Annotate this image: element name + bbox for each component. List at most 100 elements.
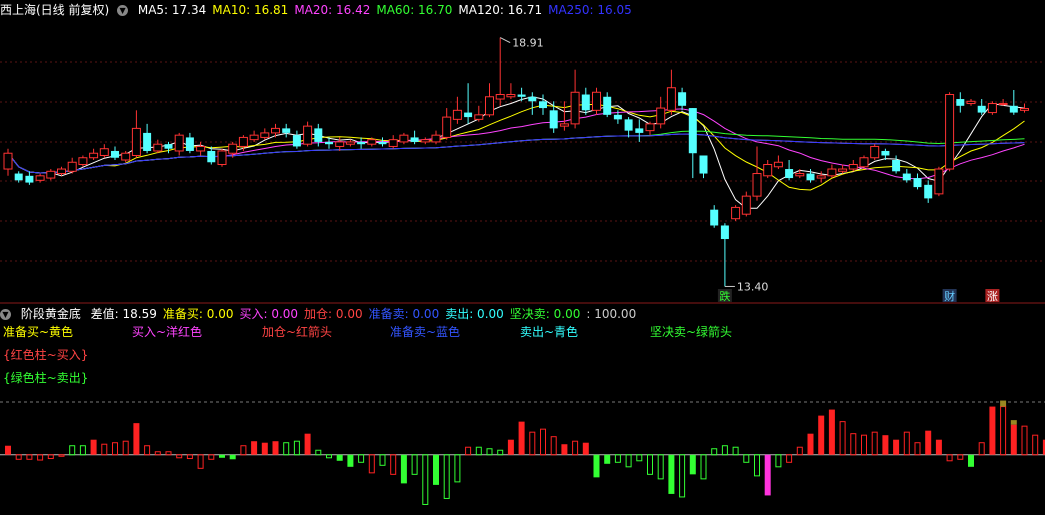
indicator-bar-hollow: [37, 454, 44, 461]
indicator-bar-solid: [336, 454, 343, 461]
indicator-bar-solid: [347, 454, 354, 467]
candle-body-up: [260, 132, 270, 138]
indicator-bar-hollow: [850, 433, 857, 456]
indicator-bar-solid: [968, 454, 974, 467]
indicator-bar-hollow: [957, 454, 964, 460]
candle-body-up: [3, 152, 13, 170]
candle-body-down: [924, 184, 933, 199]
indicator-value: 加仓: 0.00: [304, 307, 363, 321]
candle-body-down: [517, 94, 526, 97]
candle-body-down: [25, 175, 34, 183]
indicator-bar-hollow: [625, 454, 632, 468]
candle-body-up: [763, 164, 773, 177]
candle-body-up: [966, 100, 976, 105]
indicator-bar-hollow: [721, 445, 728, 456]
low-label: 13.40: [737, 280, 769, 293]
note-red-bars: {红色柱~买入}: [3, 347, 88, 363]
indicator-value: 买入: 0.00: [239, 307, 299, 321]
indicator-bar-solid: [593, 454, 600, 478]
candle-body-down: [688, 108, 697, 154]
indicator-bar-solid: [133, 423, 140, 455]
candle-body-up: [303, 125, 313, 145]
indicator-value: 坚决卖: 0.00: [509, 307, 581, 321]
indicator-bars: [5, 400, 1045, 505]
candle-body-up: [645, 123, 655, 132]
indicator-legend-item: 加仓~红箭头: [262, 325, 333, 339]
indicator-bar-solid: [893, 439, 900, 455]
indicator-bar-hollow: [529, 431, 536, 456]
indicator-values: 差值: 18.59 准备买: 0.00 买入: 0.00 加仓: 0.00 准备卖: 0…: [91, 307, 643, 321]
indicator-bar-hollow: [26, 454, 33, 460]
candle-body-up: [228, 143, 238, 154]
indicator-bar-solid: [818, 415, 825, 455]
indicator-bar-hollow: [411, 454, 418, 475]
candle-body-up: [399, 134, 409, 143]
candle-body-up: [495, 94, 505, 100]
indicator-bar-solid: [433, 454, 439, 485]
candle-body-up: [153, 143, 163, 152]
candle-body-down: [314, 128, 323, 142]
candle-body-up: [131, 127, 141, 156]
main-chart-title: 西上海(日线 前复权): [0, 3, 110, 17]
indicator-bar-solid: [882, 435, 889, 455]
candle-body-up: [121, 152, 131, 161]
candle-body-up: [35, 175, 45, 181]
indicator-bar-solid: [90, 439, 97, 455]
candle-body-up: [752, 173, 762, 197]
indicator-legend-item: 买入~洋红色: [132, 325, 203, 339]
candle-body-up: [485, 96, 494, 116]
indicator-bar-solid: [5, 445, 11, 455]
candle-body-up: [78, 157, 88, 166]
candle-body-up: [998, 103, 1008, 106]
candle-body-down: [410, 137, 419, 142]
indicator-bar-solid: [518, 421, 525, 455]
collapse-icon[interactable]: ▼: [117, 5, 129, 16]
indicator-bar-hollow: [315, 449, 322, 456]
indicator-bar-hollow: [283, 442, 290, 456]
indicator-bar-solid: [1010, 424, 1017, 455]
candle-body-up: [934, 168, 944, 195]
candle-body-up: [196, 145, 206, 152]
indicator-bar-hollow: [197, 454, 204, 469]
candle-body-down: [581, 94, 590, 111]
candle-body-up: [945, 94, 955, 170]
ma-legend-item: MA10: 16.81: [212, 3, 289, 17]
candle-body-down: [913, 178, 922, 188]
indicator-bar-hollow: [186, 454, 193, 460]
indicator-bar-solid: [561, 444, 568, 455]
candle-body-down: [603, 96, 612, 115]
indicator-bar-hollow: [914, 442, 921, 456]
indicator-bar-hollow: [486, 448, 493, 456]
indicator-bar-solid: [304, 433, 311, 455]
indicator-bar-hollow: [657, 454, 664, 480]
candle-body-up: [1020, 108, 1029, 111]
high-label: 18.91: [512, 37, 544, 50]
indicator-value: 差值: 18.59: [90, 307, 157, 321]
indicator-bar-hollow: [1000, 406, 1007, 456]
indicator-header: ▼ 阶段黄金底 差值: 18.59 准备买: 0.00 买入: 0.00 加仓: 0.…: [0, 306, 648, 322]
candle-body-up: [442, 116, 452, 138]
candle-body-down: [785, 169, 794, 179]
collapse-icon[interactable]: ▼: [0, 309, 11, 320]
indicator-bar-hollow: [946, 454, 953, 462]
high-pointer: [499, 37, 511, 44]
candle-body-up: [656, 107, 666, 125]
ma-legend-item: MA60: 16.70: [376, 3, 453, 17]
event-marker: 跌: [719, 289, 730, 303]
indicator-bar-hollow: [358, 454, 365, 463]
candle-body-up: [335, 141, 345, 147]
indicator-bar-solid: [251, 441, 258, 455]
indicator-bar-hollow: [79, 445, 86, 456]
candle-body-up: [859, 157, 869, 168]
indicator-legend-item: 准备卖~蓝色: [390, 325, 461, 339]
indicator-bar-hollow: [754, 454, 760, 477]
indicator-bar-hollow: [326, 454, 332, 459]
stock-chart[interactable]: 18.91 13.40 跌 财 涨: [0, 0, 1045, 515]
indicator-bar-hollow: [165, 451, 172, 456]
indicator-bar-solid: [689, 454, 696, 475]
indicator-bar-hollow: [112, 442, 118, 456]
candle-body-up: [431, 134, 441, 143]
indicator-legend-item: 准备买~黄色: [3, 325, 74, 339]
indicator-bar-hollow: [786, 454, 793, 463]
candle-body-up: [795, 173, 805, 177]
